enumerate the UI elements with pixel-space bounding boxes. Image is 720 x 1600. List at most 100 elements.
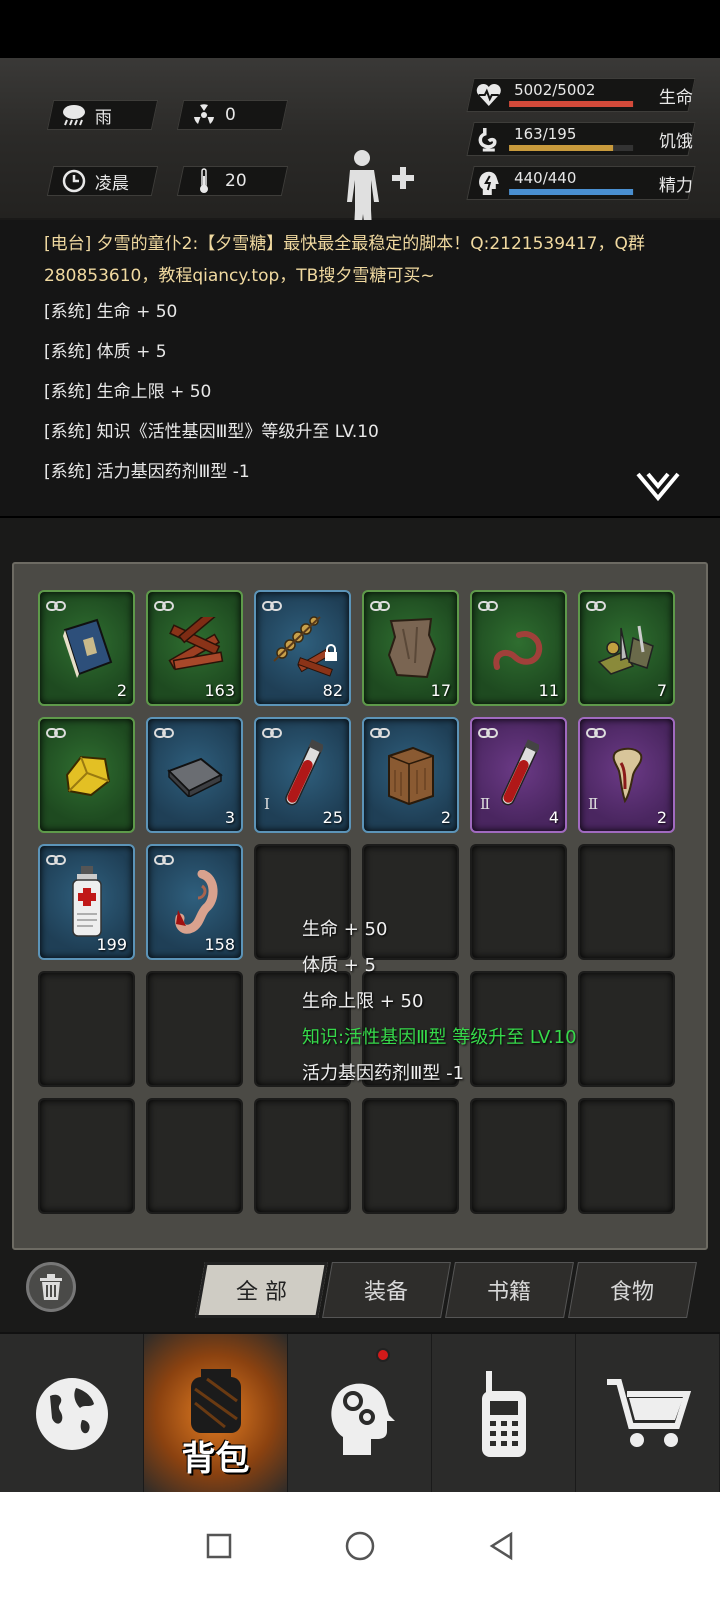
inventory-slot-blood-vial[interactable]: Ⅰ 25 xyxy=(254,717,351,833)
tab-books[interactable]: 书籍 xyxy=(445,1262,574,1318)
health-label: 生命 xyxy=(658,88,693,108)
empty-inventory-slot[interactable] xyxy=(362,1098,459,1214)
item-count: 199 xyxy=(96,935,127,954)
item-count: 17 xyxy=(430,681,451,700)
item-count: 7 xyxy=(656,681,667,700)
nav-radio[interactable] xyxy=(432,1334,576,1494)
energy-head-icon xyxy=(475,169,505,199)
nav-world-map[interactable] xyxy=(0,1334,144,1494)
inventory-slot-gold-ore[interactable] xyxy=(38,717,135,833)
inventory-slot-wood[interactable]: 163 xyxy=(146,590,243,706)
book-icon xyxy=(57,616,117,684)
item-count: 11 xyxy=(538,681,559,700)
item-count: 163 xyxy=(204,681,235,700)
tooltip-line: 活力基因药剂Ⅲ型 -1 xyxy=(302,1063,465,1084)
empty-inventory-slot[interactable] xyxy=(578,1098,675,1214)
link-icon xyxy=(478,597,498,611)
item-count: 3 xyxy=(224,808,235,827)
item-count: 2 xyxy=(656,808,667,827)
notification-badge xyxy=(376,1348,390,1362)
empty-inventory-slot[interactable] xyxy=(254,1098,351,1214)
nav-backpack[interactable]: 背包 xyxy=(144,1334,288,1494)
temperature-value: 20 xyxy=(225,171,247,191)
hunger-bar xyxy=(509,145,634,151)
empty-inventory-slot[interactable] xyxy=(578,844,675,960)
log-line: [系统] 体质 + 5 xyxy=(44,342,167,362)
radiation-chip: 0 xyxy=(176,100,289,130)
link-icon xyxy=(370,724,390,738)
link-icon xyxy=(262,597,282,611)
link-icon xyxy=(46,724,66,738)
weather-chip: 雨 xyxy=(46,100,159,130)
empty-inventory-slot[interactable] xyxy=(146,971,243,1087)
link-icon xyxy=(154,851,174,865)
inventory-slot-scrap[interactable]: 7 xyxy=(578,590,675,706)
hunger-label: 饥饿 xyxy=(658,132,693,152)
globe-icon xyxy=(35,1378,108,1450)
link-icon xyxy=(586,597,606,611)
cart-icon xyxy=(606,1379,691,1447)
radiation-icon xyxy=(189,100,219,130)
thermometer-icon xyxy=(189,166,219,196)
empty-inventory-slot[interactable] xyxy=(578,971,675,1087)
item-count: 158 xyxy=(204,935,235,954)
blood-vial-icon xyxy=(499,737,541,817)
tab-equipment[interactable]: 装备 xyxy=(322,1262,451,1318)
nav-shop[interactable] xyxy=(576,1334,720,1494)
back-triangle-icon[interactable] xyxy=(487,1531,515,1561)
lock-icon xyxy=(323,644,339,666)
brain-gear-icon xyxy=(330,1383,395,1455)
link-icon xyxy=(478,724,498,738)
link-icon xyxy=(370,597,390,611)
tab-food[interactable]: 食物 xyxy=(568,1262,697,1318)
rain-cloud-icon xyxy=(59,100,89,130)
empty-inventory-slot[interactable] xyxy=(146,1098,243,1214)
recents-square-icon[interactable] xyxy=(205,1532,233,1560)
inventory-slot-hide[interactable]: 17 xyxy=(362,590,459,706)
tooltip-line: 生命 + 50 xyxy=(302,919,388,940)
inventory-slot-worm[interactable]: 11 xyxy=(470,590,567,706)
empty-inventory-slot[interactable] xyxy=(470,1098,567,1214)
blood-vial-icon xyxy=(283,737,325,817)
heart-pulse-icon xyxy=(475,81,505,111)
scrap-icon xyxy=(593,618,661,682)
gold-ore-icon xyxy=(61,751,113,803)
log-line: [系统] 生命上限 + 50 xyxy=(44,382,212,402)
tab-all[interactable]: 全 部 xyxy=(195,1262,328,1318)
inventory-slot-skewers[interactable]: 82 xyxy=(254,590,351,706)
discard-button[interactable] xyxy=(26,1262,76,1312)
worm-icon xyxy=(489,623,549,677)
link-icon xyxy=(262,724,282,738)
empty-inventory-slot[interactable] xyxy=(38,971,135,1087)
log-line: [系统] 活力基因药剂Ⅲ型 -1 xyxy=(44,462,250,482)
message-log[interactable]: [电台] 夕雪的童仆2:【夕雪糖】最快最全最稳定的脚本！Q:2121539417… xyxy=(0,220,720,516)
link-icon xyxy=(154,724,174,738)
hud-panel: 雨 0 凌晨 20 5002/5002 生命 163/195 饥饿 440/44… xyxy=(0,58,720,248)
energy-bar xyxy=(509,189,634,195)
expand-log-chevron-icon[interactable] xyxy=(634,470,682,504)
tooltip-line: 体质 + 5 xyxy=(302,955,376,976)
tab-label: 装备 xyxy=(364,1280,409,1305)
trash-icon xyxy=(40,1274,62,1300)
hide-icon xyxy=(383,615,439,685)
empty-inventory-slot[interactable] xyxy=(38,1098,135,1214)
inventory-slot-wood-block[interactable]: 2 xyxy=(362,717,459,833)
inventory-slot-medkit-bottle[interactable]: 199 xyxy=(38,844,135,960)
inventory-slot-metal-ingot[interactable]: 3 xyxy=(146,717,243,833)
tooltip-line: 生命上限 + 50 xyxy=(302,991,424,1012)
item-tier: Ⅱ xyxy=(588,795,599,813)
link-icon xyxy=(154,597,174,611)
wood-icon xyxy=(164,609,226,683)
inventory-slot-ear[interactable]: 158 xyxy=(146,844,243,960)
home-circle-icon[interactable] xyxy=(344,1530,376,1562)
clock-icon xyxy=(59,166,89,196)
nav-skills[interactable] xyxy=(288,1334,432,1494)
status-bar xyxy=(0,0,720,58)
fang-icon xyxy=(607,745,647,809)
item-tier: Ⅰ xyxy=(264,795,270,813)
inventory-slot-blood-vial[interactable]: Ⅱ4 xyxy=(470,717,567,833)
nav-backpack-label: 背包 xyxy=(181,1439,250,1479)
inventory-slot-fang[interactable]: Ⅱ2 xyxy=(578,717,675,833)
hunger-value: 163/195 xyxy=(514,125,577,143)
inventory-slot-book[interactable]: 2 xyxy=(38,590,135,706)
